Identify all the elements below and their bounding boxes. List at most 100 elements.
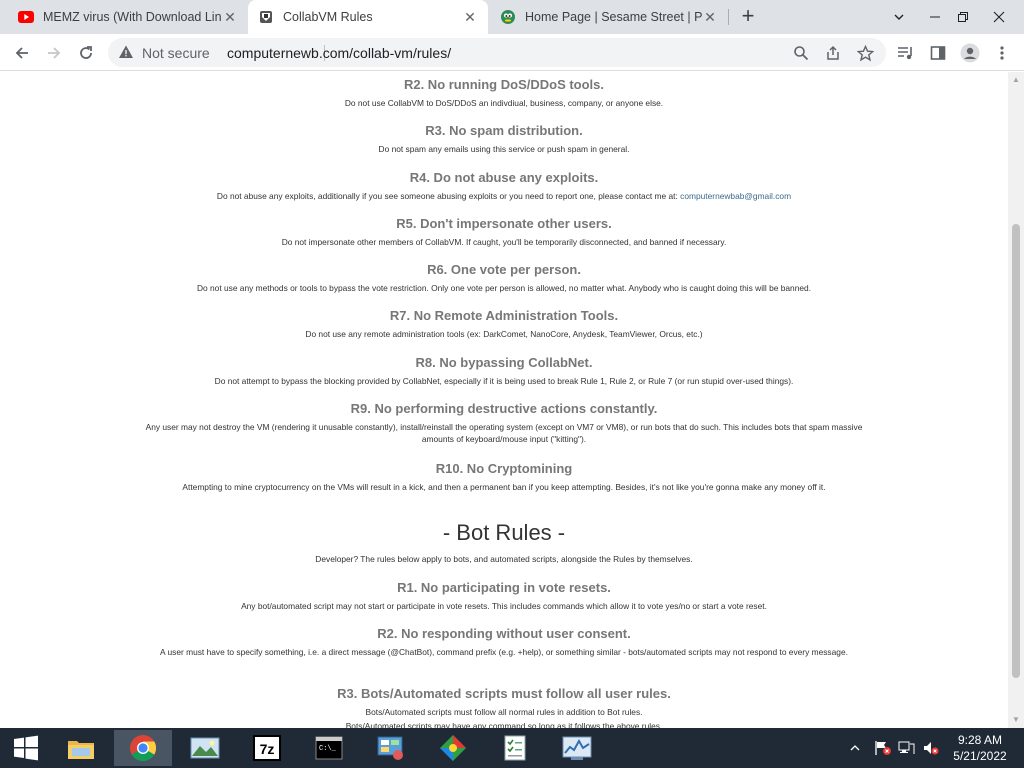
back-button[interactable]	[8, 39, 36, 67]
taskbar-chrome[interactable]	[114, 730, 172, 766]
rule-text: A user must have to specify something, i…	[160, 647, 848, 657]
flag-warning-icon	[875, 741, 891, 755]
rule-r10: R10. No Cryptomining Attempting to mine …	[130, 461, 878, 493]
7zip-icon: 7z	[253, 735, 281, 761]
minimize-icon	[929, 16, 940, 18]
zoom-button[interactable]	[792, 44, 810, 62]
page-viewport: R2. No running DoS/DDoS tools. Do not us…	[0, 72, 1008, 728]
taskbar-performance-monitor[interactable]	[548, 730, 606, 766]
profile-avatar-icon	[960, 43, 980, 63]
new-tab-button[interactable]: +	[736, 5, 760, 29]
bookmark-button[interactable]	[856, 44, 874, 62]
tab-strip: MEMZ virus (With Download Link ✕ CollabV…	[0, 0, 1024, 34]
chevron-up-icon	[850, 745, 860, 751]
performance-monitor-icon	[562, 736, 592, 760]
svg-text:C:\_: C:\_	[319, 745, 337, 753]
close-icon	[993, 11, 1004, 23]
rule-title: R5. Don't impersonate other users.	[396, 216, 612, 231]
rule-r8: R8. No bypassing CollabNet. Do not attem…	[130, 355, 878, 387]
bot-rule-r1: R1. No participating in vote resets. Any…	[130, 580, 878, 612]
network-tray[interactable]	[898, 728, 916, 768]
share-button[interactable]	[824, 44, 842, 62]
back-arrow-icon	[15, 47, 28, 59]
volume-muted-icon	[924, 742, 939, 755]
tab-title: MEMZ virus (With Download Link	[43, 10, 222, 24]
taskbar-photo-viewer[interactable]	[176, 730, 234, 766]
rule-r4: R4. Do not abuse any exploits. Do not ab…	[130, 170, 878, 202]
bot-rule-r2: R2. No responding without user consent. …	[130, 626, 878, 658]
svg-text:7z: 7z	[260, 741, 275, 757]
rule-r5: R5. Don't impersonate other users. Do no…	[130, 216, 878, 248]
tab-collabvm-rules[interactable]: CollabVM Rules ✕	[248, 0, 488, 34]
file-explorer-icon	[68, 741, 94, 759]
rule-title: R2. No responding without user consent.	[377, 626, 631, 641]
rule-text: Do not impersonate other members of Coll…	[281, 237, 727, 247]
scroll-down-arrow-icon[interactable]: ▼	[1008, 712, 1024, 728]
clock-date: 5/21/2022	[953, 749, 1007, 763]
rule-title: R3. No spam distribution.	[425, 123, 583, 138]
colorful-app-icon	[440, 735, 466, 761]
rule-r7: R7. No Remote Administration Tools. Do n…	[130, 308, 878, 340]
windows-taskbar: 7z C:\_ 9:28 AM 5/21/2022	[0, 728, 1024, 768]
rule-text: Do not use any remote administration too…	[305, 329, 703, 339]
security-status[interactable]: Not secure	[142, 45, 210, 61]
url-text[interactable]: computernewb.com/collab-vm/rules/	[227, 45, 451, 61]
chrome-icon	[130, 735, 157, 762]
contact-email-link[interactable]: computernewbab@gmail.com	[680, 191, 791, 201]
vertical-scrollbar[interactable]: ▲ ▼	[1008, 72, 1024, 728]
rule-title: R9. No performing destructive actions co…	[350, 401, 658, 416]
taskbar-control-panel[interactable]	[362, 730, 420, 766]
rule-r3: R3. No spam distribution. Do not spam an…	[130, 123, 878, 155]
forward-button[interactable]	[40, 39, 68, 67]
close-tab-icon[interactable]: ✕	[702, 9, 718, 25]
rule-text: Do not attempt to bypass the blocking pr…	[214, 376, 794, 386]
network-icon	[898, 741, 915, 754]
action-center-tray[interactable]	[874, 728, 892, 768]
side-panel-button[interactable]	[924, 39, 952, 67]
rule-text-extra: Bots/Automated scripts may have any comm…	[345, 721, 663, 728]
tab-divider	[728, 9, 729, 25]
show-hidden-icons-button[interactable]	[850, 728, 860, 768]
rule-title: R7. No Remote Administration Tools.	[389, 308, 619, 323]
taskbar-7zip[interactable]: 7z	[238, 730, 296, 766]
media-controls-button[interactable]	[892, 39, 920, 67]
close-tab-icon[interactable]: ✕	[222, 9, 238, 25]
rule-text: Do not use CollabVM to DoS/DDoS an indiv…	[344, 98, 664, 108]
control-panel-icon	[377, 736, 403, 760]
system-clock[interactable]: 9:28 AM 5/21/2022	[944, 732, 1016, 764]
rule-text: Do not abuse any exploits, additionally …	[130, 190, 878, 202]
close-window-button[interactable]	[976, 0, 1021, 34]
tab-title: CollabVM Rules	[283, 10, 373, 24]
tab-sesame-street[interactable]: Home Page | Sesame Street | PBS ✕	[490, 0, 728, 34]
photo-viewer-icon	[190, 737, 220, 759]
scroll-up-arrow-icon[interactable]: ▲	[1008, 72, 1024, 88]
tab-title: Home Page | Sesame Street | PBS	[525, 10, 702, 24]
profile-button[interactable]	[956, 39, 984, 67]
rule-title: R3. Bots/Automated scripts must follow a…	[337, 686, 671, 701]
clock-time: 9:28 AM	[957, 733, 1003, 747]
address-bar[interactable]: Not secure computernewb.com/collab-vm/ru…	[108, 38, 886, 67]
volume-tray[interactable]	[922, 728, 940, 768]
reload-button[interactable]	[72, 39, 100, 67]
star-icon	[856, 44, 874, 61]
tab-memz-video[interactable]: MEMZ virus (With Download Link ✕	[8, 0, 248, 34]
chevron-down-icon	[894, 14, 903, 20]
taskbar-file-explorer[interactable]	[52, 730, 110, 766]
taskbar-colorful-app[interactable]	[424, 730, 482, 766]
rule-text: Do not spam any emails using this servic…	[378, 144, 630, 154]
scrollbar-thumb[interactable]	[1012, 224, 1020, 678]
rule-text: Any bot/automated script may not start o…	[241, 601, 767, 611]
bot-rules-heading: - Bot Rules -	[442, 520, 566, 545]
start-button[interactable]	[0, 728, 52, 768]
rule-r2: R2. No running DoS/DDoS tools. Do not us…	[130, 77, 878, 109]
rule-text-body: Do not abuse any exploits, additionally …	[216, 191, 681, 201]
taskbar-task-list[interactable]	[486, 730, 544, 766]
rule-title: R2. No running DoS/DDoS tools.	[403, 77, 605, 92]
restore-icon	[957, 12, 968, 22]
close-tab-icon[interactable]: ✕	[462, 9, 478, 25]
menu-button[interactable]	[988, 39, 1016, 67]
taskbar-command-prompt[interactable]: C:\_	[300, 730, 358, 766]
warning-icon[interactable]	[118, 44, 134, 60]
bot-rules-description: Developer? The rules below apply to bots…	[315, 554, 693, 564]
pbs-kids-icon	[501, 10, 515, 24]
